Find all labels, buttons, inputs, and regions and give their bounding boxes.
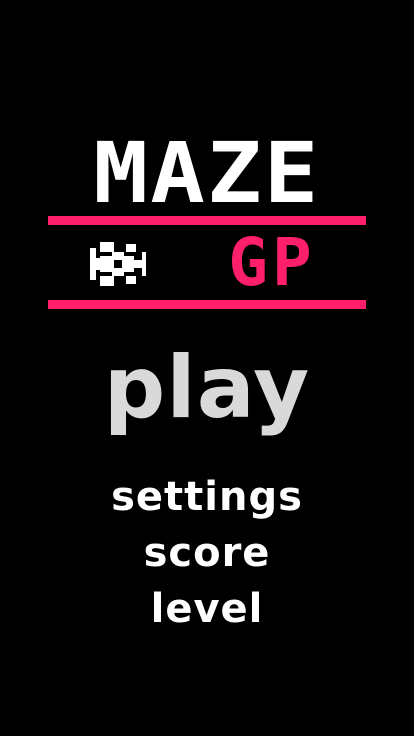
race-car-icon xyxy=(86,238,148,290)
logo-subtitle: GP xyxy=(228,224,316,301)
logo-title: MAZE xyxy=(93,124,321,222)
game-logo: MAZE GP xyxy=(48,131,366,310)
score-button[interactable]: score xyxy=(0,530,414,576)
settings-button[interactable]: settings xyxy=(0,474,414,520)
play-button[interactable]: play xyxy=(0,345,414,441)
level-button[interactable]: level xyxy=(0,586,414,632)
main-menu-screen: MAZE GP play settings score level xyxy=(0,0,414,736)
logo-stripe-top xyxy=(48,216,366,225)
logo-stripe-bottom xyxy=(48,300,366,309)
